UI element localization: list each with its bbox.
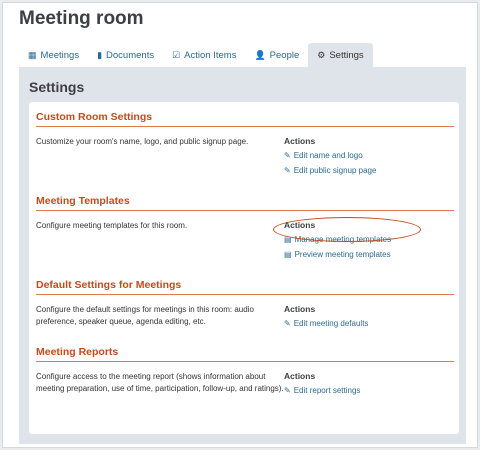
section-meeting-reports: Meeting Reports Configure access to the … [36, 346, 454, 395]
section-default-settings-for-meetings: Default Settings for Meetings Configure … [36, 279, 454, 328]
tab-label: Documents [106, 49, 155, 61]
checkbox-icon: ☑ [172, 49, 181, 60]
user-icon: 👤 [254, 49, 266, 60]
gear-icon: ⚙ [317, 49, 326, 60]
highlight-oval [273, 217, 421, 242]
settings-card: Custom Room Settings Customize your room… [29, 102, 459, 434]
section-description: Customize your room's name, logo, and pu… [36, 137, 249, 146]
grid-icon: ▦ [28, 49, 37, 60]
page-title: Meeting room [19, 8, 144, 29]
section-meeting-templates: Meeting Templates Configure meeting temp… [36, 195, 454, 259]
section-custom-room-settings: Custom Room Settings Customize your room… [36, 111, 454, 175]
window-frame: Meeting room ▦ Meetings ▮ Documents ☑ Ac… [2, 2, 478, 448]
preview-meeting-templates-link[interactable]: ▤ Preview meeting templates [284, 250, 391, 259]
section-description: Configure the default settings for meeti… [36, 305, 254, 326]
edit-name-and-logo-link[interactable]: ✎ Edit name and logo [284, 151, 376, 160]
tab-label: Meetings [40, 49, 80, 61]
link-label: Preview meeting templates [294, 250, 391, 259]
edit-meeting-defaults-link[interactable]: ✎ Edit meeting defaults [284, 319, 368, 328]
tab-settings[interactable]: ⚙ Settings [308, 43, 373, 67]
settings-title: Settings [29, 79, 85, 95]
link-label: Edit meeting defaults [293, 319, 369, 328]
edit-public-signup-page-link[interactable]: ✎ Edit public signup page [284, 166, 376, 175]
tab-people[interactable]: 👤 People [245, 43, 308, 67]
tab-documents[interactable]: ▮ Documents [88, 43, 163, 67]
actions-heading: Actions [284, 304, 316, 314]
pencil-icon: ✎ [284, 319, 291, 328]
section-description: Configure meeting templates for this roo… [36, 221, 188, 230]
tab-bar: ▦ Meetings ▮ Documents ☑ Action Items 👤 … [19, 43, 461, 67]
section-heading: Default Settings for Meetings [36, 279, 454, 295]
link-label: Edit public signup page [293, 166, 377, 175]
pencil-icon: ✎ [284, 166, 291, 175]
section-actions: Actions ✎ Edit meeting defaults [284, 304, 368, 334]
section-heading: Meeting Reports [36, 346, 454, 362]
section-actions: Actions ✎ Edit name and logo ✎ Edit publ… [284, 136, 376, 181]
section-actions: Actions ✎ Edit report settings [284, 371, 360, 401]
pencil-icon: ✎ [284, 151, 291, 160]
tab-label: Action Items [184, 49, 237, 61]
pencil-icon: ✎ [284, 386, 291, 395]
link-label: Edit report settings [293, 386, 361, 395]
tab-label: Settings [329, 49, 364, 61]
link-label: Edit name and logo [293, 151, 363, 160]
edit-report-settings-link[interactable]: ✎ Edit report settings [284, 386, 360, 395]
section-heading: Meeting Templates [36, 195, 454, 211]
actions-heading: Actions [284, 136, 316, 146]
image-icon: ▤ [284, 250, 292, 259]
section-description: Configure access to the meeting report (… [36, 372, 284, 393]
tab-action-items[interactable]: ☑ Action Items [163, 43, 245, 67]
tab-meetings[interactable]: ▦ Meetings [19, 43, 88, 67]
actions-heading: Actions [284, 371, 316, 381]
tab-label: People [269, 49, 300, 61]
section-heading: Custom Room Settings [36, 111, 454, 127]
document-icon: ▮ [97, 49, 103, 60]
settings-panel: Settings Custom Room Settings Customize … [19, 67, 466, 444]
